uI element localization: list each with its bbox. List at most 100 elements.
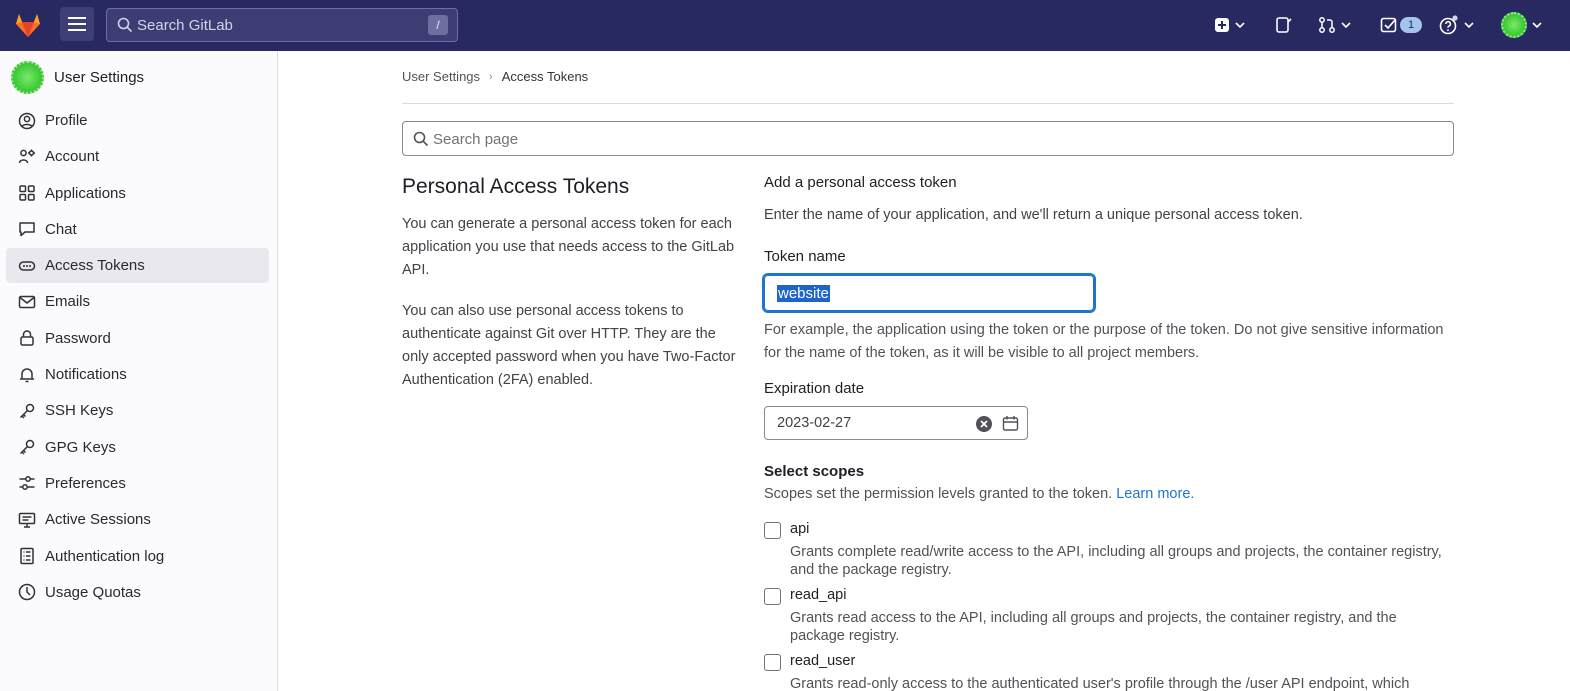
sidebar-item-label: Emails [45, 293, 91, 311]
sidebar-item-label: Notifications [45, 366, 127, 384]
sidebar-item-notifications[interactable]: Notifications [6, 357, 269, 392]
sidebar-item-ssh-keys[interactable]: SSH Keys [6, 393, 269, 428]
select-scopes-heading: Select scopes [764, 463, 865, 480]
search-icon [117, 17, 133, 33]
scopes-description-text: Scopes set the permission levels granted… [764, 486, 1113, 502]
create-new-dropdown[interactable] [1214, 14, 1245, 36]
plus-square-icon [1215, 18, 1229, 32]
form-heading: Add a personal access token [764, 174, 957, 191]
expiration-date-value: 2023-02-27 [777, 415, 852, 431]
sidebar-item-label: Active Sessions [45, 511, 151, 529]
key-icon [19, 439, 35, 455]
sidebar-item-label: Chat [45, 220, 77, 238]
hamburger-icon [68, 17, 86, 31]
global-search-placeholder: Search GitLab [137, 17, 233, 34]
monitor-icon [18, 512, 36, 528]
sidebar-nav: Profile Account Applications Chat Access… [6, 103, 269, 611]
sidebar-item-label: Preferences [45, 474, 126, 492]
gitlab-logo-icon[interactable] [13, 10, 43, 40]
chevron-down-icon [1464, 22, 1474, 28]
sidebar-item-label: GPG Keys [45, 438, 116, 456]
issues-button[interactable] [1275, 14, 1293, 36]
scope-name: read_user [790, 653, 856, 669]
scope-read-api-checkbox[interactable] [764, 588, 781, 605]
scope-api-checkbox[interactable] [764, 522, 781, 539]
help-dropdown[interactable] [1439, 14, 1474, 36]
intro-paragraph-2: You can also use personal access tokens … [402, 303, 736, 388]
sidebar-title: User Settings [54, 68, 145, 86]
sidebar-item-usage-quotas[interactable]: Usage Quotas [6, 575, 269, 610]
sidebar-item-label: Authentication log [45, 547, 165, 565]
chevron-down-icon [1341, 22, 1351, 28]
sidebar-item-authentication-log[interactable]: Authentication log [6, 539, 269, 574]
search-page-input[interactable]: Search page [402, 121, 1454, 156]
token-name-help: For example, the application using the t… [764, 322, 1444, 361]
global-search-input[interactable]: Search GitLab / [106, 8, 458, 42]
sidebar-item-password[interactable]: Password [6, 321, 269, 356]
breadcrumb-separator-icon: › [489, 70, 493, 83]
issues-icon [1276, 17, 1292, 33]
profile-icon [18, 112, 36, 129]
learn-more-link[interactable]: Learn more. [1116, 486, 1194, 502]
chevron-down-icon [1235, 22, 1245, 28]
todo-count-badge: 1 [1400, 17, 1422, 33]
sidebar-item-preferences[interactable]: Preferences [6, 466, 269, 501]
expiration-date-input[interactable]: 2023-02-27 [764, 406, 1028, 440]
search-shortcut-key: / [428, 15, 448, 35]
sidebar-item-label: Applications [45, 184, 126, 202]
avatar [11, 60, 44, 94]
scopes-description: Scopes set the permission levels granted… [764, 486, 1194, 502]
merge-requests-dropdown[interactable] [1318, 14, 1351, 36]
applications-icon [19, 185, 35, 201]
chevron-down-icon [1532, 22, 1542, 28]
todo-icon [1380, 17, 1397, 33]
scope-read-user-checkbox[interactable] [764, 654, 781, 671]
breadcrumb-parent-link[interactable]: User Settings [402, 69, 480, 84]
scope-description: Grants read access to the API, including… [790, 610, 1397, 644]
calendar-icon[interactable] [1002, 415, 1019, 432]
clear-circle-icon[interactable] [975, 415, 993, 433]
lock-icon [20, 330, 34, 347]
chat-icon [19, 222, 35, 237]
sidebar-header[interactable]: User Settings [11, 59, 144, 95]
search-page-placeholder: Search page [433, 131, 519, 148]
scope-name: read_api [790, 587, 847, 603]
scope-description: Grants read-only access to the authentic… [790, 676, 1410, 691]
mail-icon [18, 295, 36, 309]
sidebar-item-label: Access Tokens [45, 257, 145, 275]
page-title: Personal Access Tokens [402, 175, 630, 198]
sidebar-item-label: Profile [45, 112, 88, 129]
sidebar-item-gpg-keys[interactable]: GPG Keys [6, 430, 269, 465]
account-icon [18, 149, 35, 163]
sidebar-item-active-sessions[interactable]: Active Sessions [6, 502, 269, 537]
expiration-date-label: Expiration date [764, 380, 865, 397]
form-description: Enter the name of your application, and … [764, 207, 1303, 223]
sidebar-item-account[interactable]: Account [6, 139, 269, 174]
quota-icon [18, 584, 36, 601]
token-name-input[interactable]: website [764, 275, 1094, 311]
main-menu-button[interactable] [60, 7, 94, 41]
sidebar-item-chat[interactable]: Chat [6, 212, 269, 247]
sidebar-item-applications[interactable]: Applications [6, 176, 269, 211]
token-name-label: Token name [764, 248, 846, 265]
help-icon [1439, 15, 1458, 35]
intro-section: Personal Access Tokens You can generate … [402, 175, 737, 410]
sidebar-item-emails[interactable]: Emails [6, 284, 269, 319]
settings-sidebar: User Settings Profile Account Applicatio… [0, 51, 278, 691]
divider [402, 103, 1454, 104]
scope-description: Grants complete read/write access to the… [790, 544, 1442, 578]
merge-request-icon [1319, 17, 1335, 33]
bell-icon [19, 367, 35, 382]
user-menu-dropdown[interactable] [1501, 11, 1542, 39]
sidebar-item-access-tokens[interactable]: Access Tokens [6, 248, 269, 284]
preferences-icon [19, 476, 35, 491]
sidebar-item-label: SSH Keys [45, 402, 114, 420]
todos-button[interactable]: 1 [1380, 14, 1422, 36]
sidebar-item-profile[interactable]: Profile [6, 103, 269, 138]
token-name-value: website [777, 285, 830, 302]
top-navbar: Search GitLab / 1 [0, 0, 1570, 51]
token-icon [18, 260, 36, 271]
breadcrumb-current[interactable]: Access Tokens [502, 69, 588, 84]
user-avatar [1501, 12, 1527, 38]
sidebar-item-label: Account [45, 148, 100, 166]
